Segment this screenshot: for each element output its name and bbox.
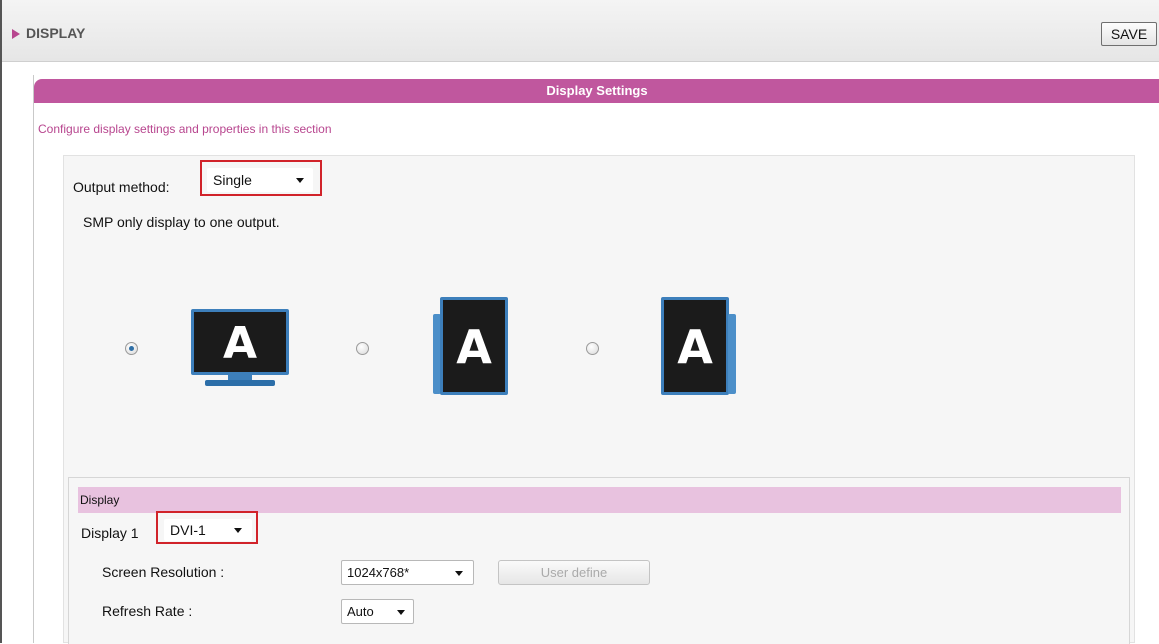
- display-section: Display Display 1 DVI-1 Screen Resolutio…: [68, 477, 1130, 644]
- chevron-down-icon: [296, 178, 304, 183]
- screen-resolution-value: 1024x768*: [347, 565, 410, 580]
- monitor-screen: A: [440, 297, 508, 395]
- monitor-letter: A: [222, 318, 258, 369]
- orientation-radio-portrait-right[interactable]: [586, 342, 599, 355]
- panel-description: Configure display settings and propertie…: [38, 122, 332, 136]
- save-button[interactable]: SAVE: [1101, 22, 1157, 46]
- display1-select[interactable]: DVI-1: [164, 519, 252, 541]
- refresh-rate-value: Auto: [347, 604, 374, 619]
- output-method-value: Single: [213, 172, 252, 188]
- refresh-rate-label: Refresh Rate :: [102, 603, 193, 619]
- output-method-description: SMP only display to one output.: [83, 214, 280, 230]
- monitor-letter: A: [677, 320, 713, 374]
- chevron-down-icon: [234, 528, 242, 533]
- user-define-button[interactable]: User define: [498, 560, 650, 585]
- panel-title: Display Settings: [546, 83, 648, 98]
- section-arrow-icon: [12, 29, 20, 39]
- panel-header: Display Settings: [34, 79, 1159, 103]
- orientation-radio-portrait-left[interactable]: [356, 342, 369, 355]
- display-settings-panel: Display Settings Configure display setti…: [33, 75, 1159, 644]
- window-left-border: [0, 0, 2, 643]
- output-method-select[interactable]: Single: [207, 168, 313, 192]
- screen-resolution-label: Screen Resolution :: [102, 564, 225, 580]
- display1-label: Display 1: [81, 525, 139, 541]
- output-method-label: Output method:: [73, 179, 170, 195]
- refresh-rate-select[interactable]: Auto: [341, 599, 414, 624]
- display-section-header: Display: [78, 487, 1121, 513]
- display1-value: DVI-1: [170, 522, 206, 538]
- chevron-down-icon: [397, 609, 405, 615]
- monitor-stand-side: [728, 314, 736, 394]
- page-title: DISPLAY: [26, 25, 86, 41]
- monitor-letter: A: [456, 320, 492, 374]
- screen-resolution-select[interactable]: 1024x768*: [341, 560, 474, 585]
- output-settings-area: Output method: Single SMP only display t…: [63, 155, 1135, 644]
- chevron-down-icon: [455, 570, 463, 576]
- monitor-screen: A: [661, 297, 729, 395]
- top-bar: DISPLAY SAVE: [2, 0, 1159, 62]
- orientation-radio-landscape[interactable]: [125, 342, 138, 355]
- monitor-screen: A: [191, 309, 289, 375]
- monitor-stand-base: [205, 380, 275, 386]
